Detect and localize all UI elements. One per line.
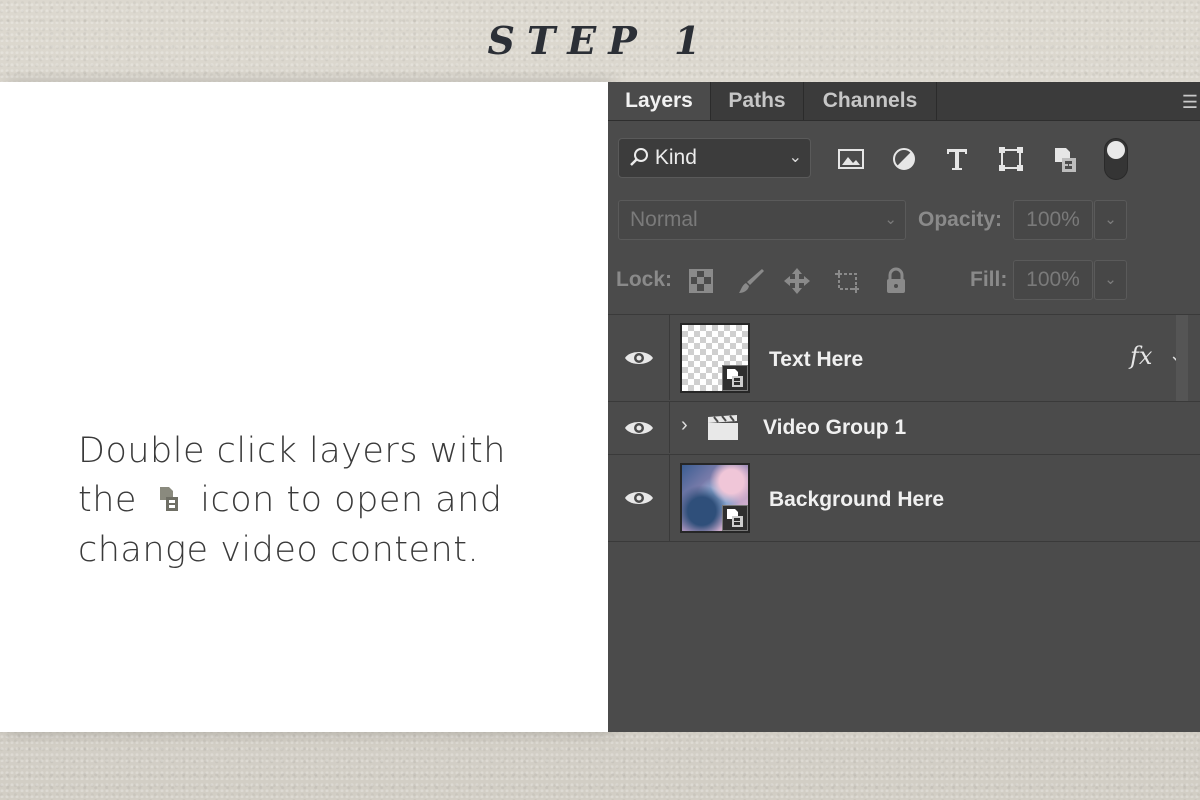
fill-label: Fill: — [970, 268, 1008, 291]
lock-label: Lock: — [616, 268, 673, 291]
opacity-input[interactable]: 100% — [1013, 200, 1093, 240]
layer-name: Text Here — [769, 348, 864, 371]
type-icon[interactable] — [942, 144, 972, 174]
instruction-text: Double click layers with the icon to ope… — [78, 427, 548, 575]
filter-row: Kind ⌄ — [608, 138, 1200, 182]
lock-artboard-icon[interactable] — [832, 266, 862, 296]
panel-menu-icon[interactable]: ☰ — [1182, 92, 1198, 113]
search-icon — [630, 148, 648, 166]
eye-icon[interactable] — [624, 419, 654, 437]
panel-tabbar: Layers Paths Channels ☰ — [608, 82, 1200, 121]
shape-icon[interactable] — [996, 144, 1026, 174]
video-group-icon — [708, 415, 738, 440]
smart-object-filter-icon[interactable] — [1050, 144, 1080, 174]
instruction-line-1: Double click layers with — [78, 431, 506, 471]
tab-divider — [936, 82, 937, 120]
lock-all-icon[interactable] — [881, 266, 911, 296]
blend-mode-select[interactable]: Normal ⌄ — [618, 200, 906, 240]
eye-icon[interactable] — [624, 489, 654, 507]
opacity-dropdown-button[interactable]: ⌄ — [1094, 200, 1127, 240]
layers-panel: Layers Paths Channels ☰ Kind ⌄ Normal ⌄ … — [608, 82, 1200, 732]
image-icon[interactable] — [836, 144, 866, 174]
layer-row-video-group[interactable]: › Video Group 1 — [608, 401, 1200, 453]
layer-row-text-here[interactable]: Text Here fx ⌄ — [608, 314, 1200, 401]
tab-layers[interactable]: Layers — [608, 82, 710, 120]
instruction-line-2-pre: the — [78, 480, 137, 520]
smart-object-badge-icon — [722, 505, 748, 531]
instruction-line-2-post: icon to open and — [200, 480, 503, 520]
layer-row-background-here[interactable]: Background Here — [608, 454, 1200, 542]
kind-filter-select[interactable]: Kind ⌄ — [618, 138, 811, 178]
instruction-card: Double click layers with the icon to ope… — [0, 82, 608, 732]
lock-pixels-icon[interactable] — [686, 266, 716, 296]
layer-name: Background Here — [769, 488, 945, 511]
step-title: STEP 1 — [487, 18, 713, 63]
lock-row: Lock: Fill: 100% ⌄ — [608, 260, 1200, 302]
kind-filter-label: Kind — [654, 146, 697, 169]
visibility-column — [608, 315, 670, 400]
expand-group-chevron-icon[interactable]: › — [681, 414, 688, 437]
lock-move-icon[interactable] — [782, 266, 812, 296]
chevron-down-icon: ⌄ — [788, 149, 802, 166]
tab-paths[interactable]: Paths — [711, 82, 803, 120]
visibility-column — [608, 455, 670, 541]
fill-input[interactable]: 100% — [1013, 260, 1093, 300]
scroll-gutter — [1176, 315, 1188, 401]
opacity-label: Opacity: — [918, 208, 1003, 231]
blend-row: Normal ⌄ Opacity: 100% ⌄ — [608, 200, 1200, 242]
smart-object-badge-icon — [722, 365, 748, 391]
visibility-column — [608, 402, 670, 453]
toggle-knob — [1107, 141, 1125, 159]
smart-object-icon — [149, 477, 189, 526]
tab-channels[interactable]: Channels — [804, 82, 936, 120]
instruction-line-3: change video content. — [78, 529, 480, 570]
eye-icon[interactable] — [624, 349, 654, 367]
lock-brush-icon[interactable] — [736, 266, 766, 296]
filter-toggle[interactable] — [1104, 138, 1128, 180]
layer-name: Video Group 1 — [763, 416, 907, 439]
blend-mode-value: Normal — [630, 208, 698, 231]
fx-effects-icon[interactable]: fx — [1130, 342, 1152, 370]
fill-dropdown-button[interactable]: ⌄ — [1094, 260, 1127, 300]
chevron-down-icon: ⌄ — [884, 211, 897, 228]
adjustment-icon[interactable] — [889, 144, 919, 174]
